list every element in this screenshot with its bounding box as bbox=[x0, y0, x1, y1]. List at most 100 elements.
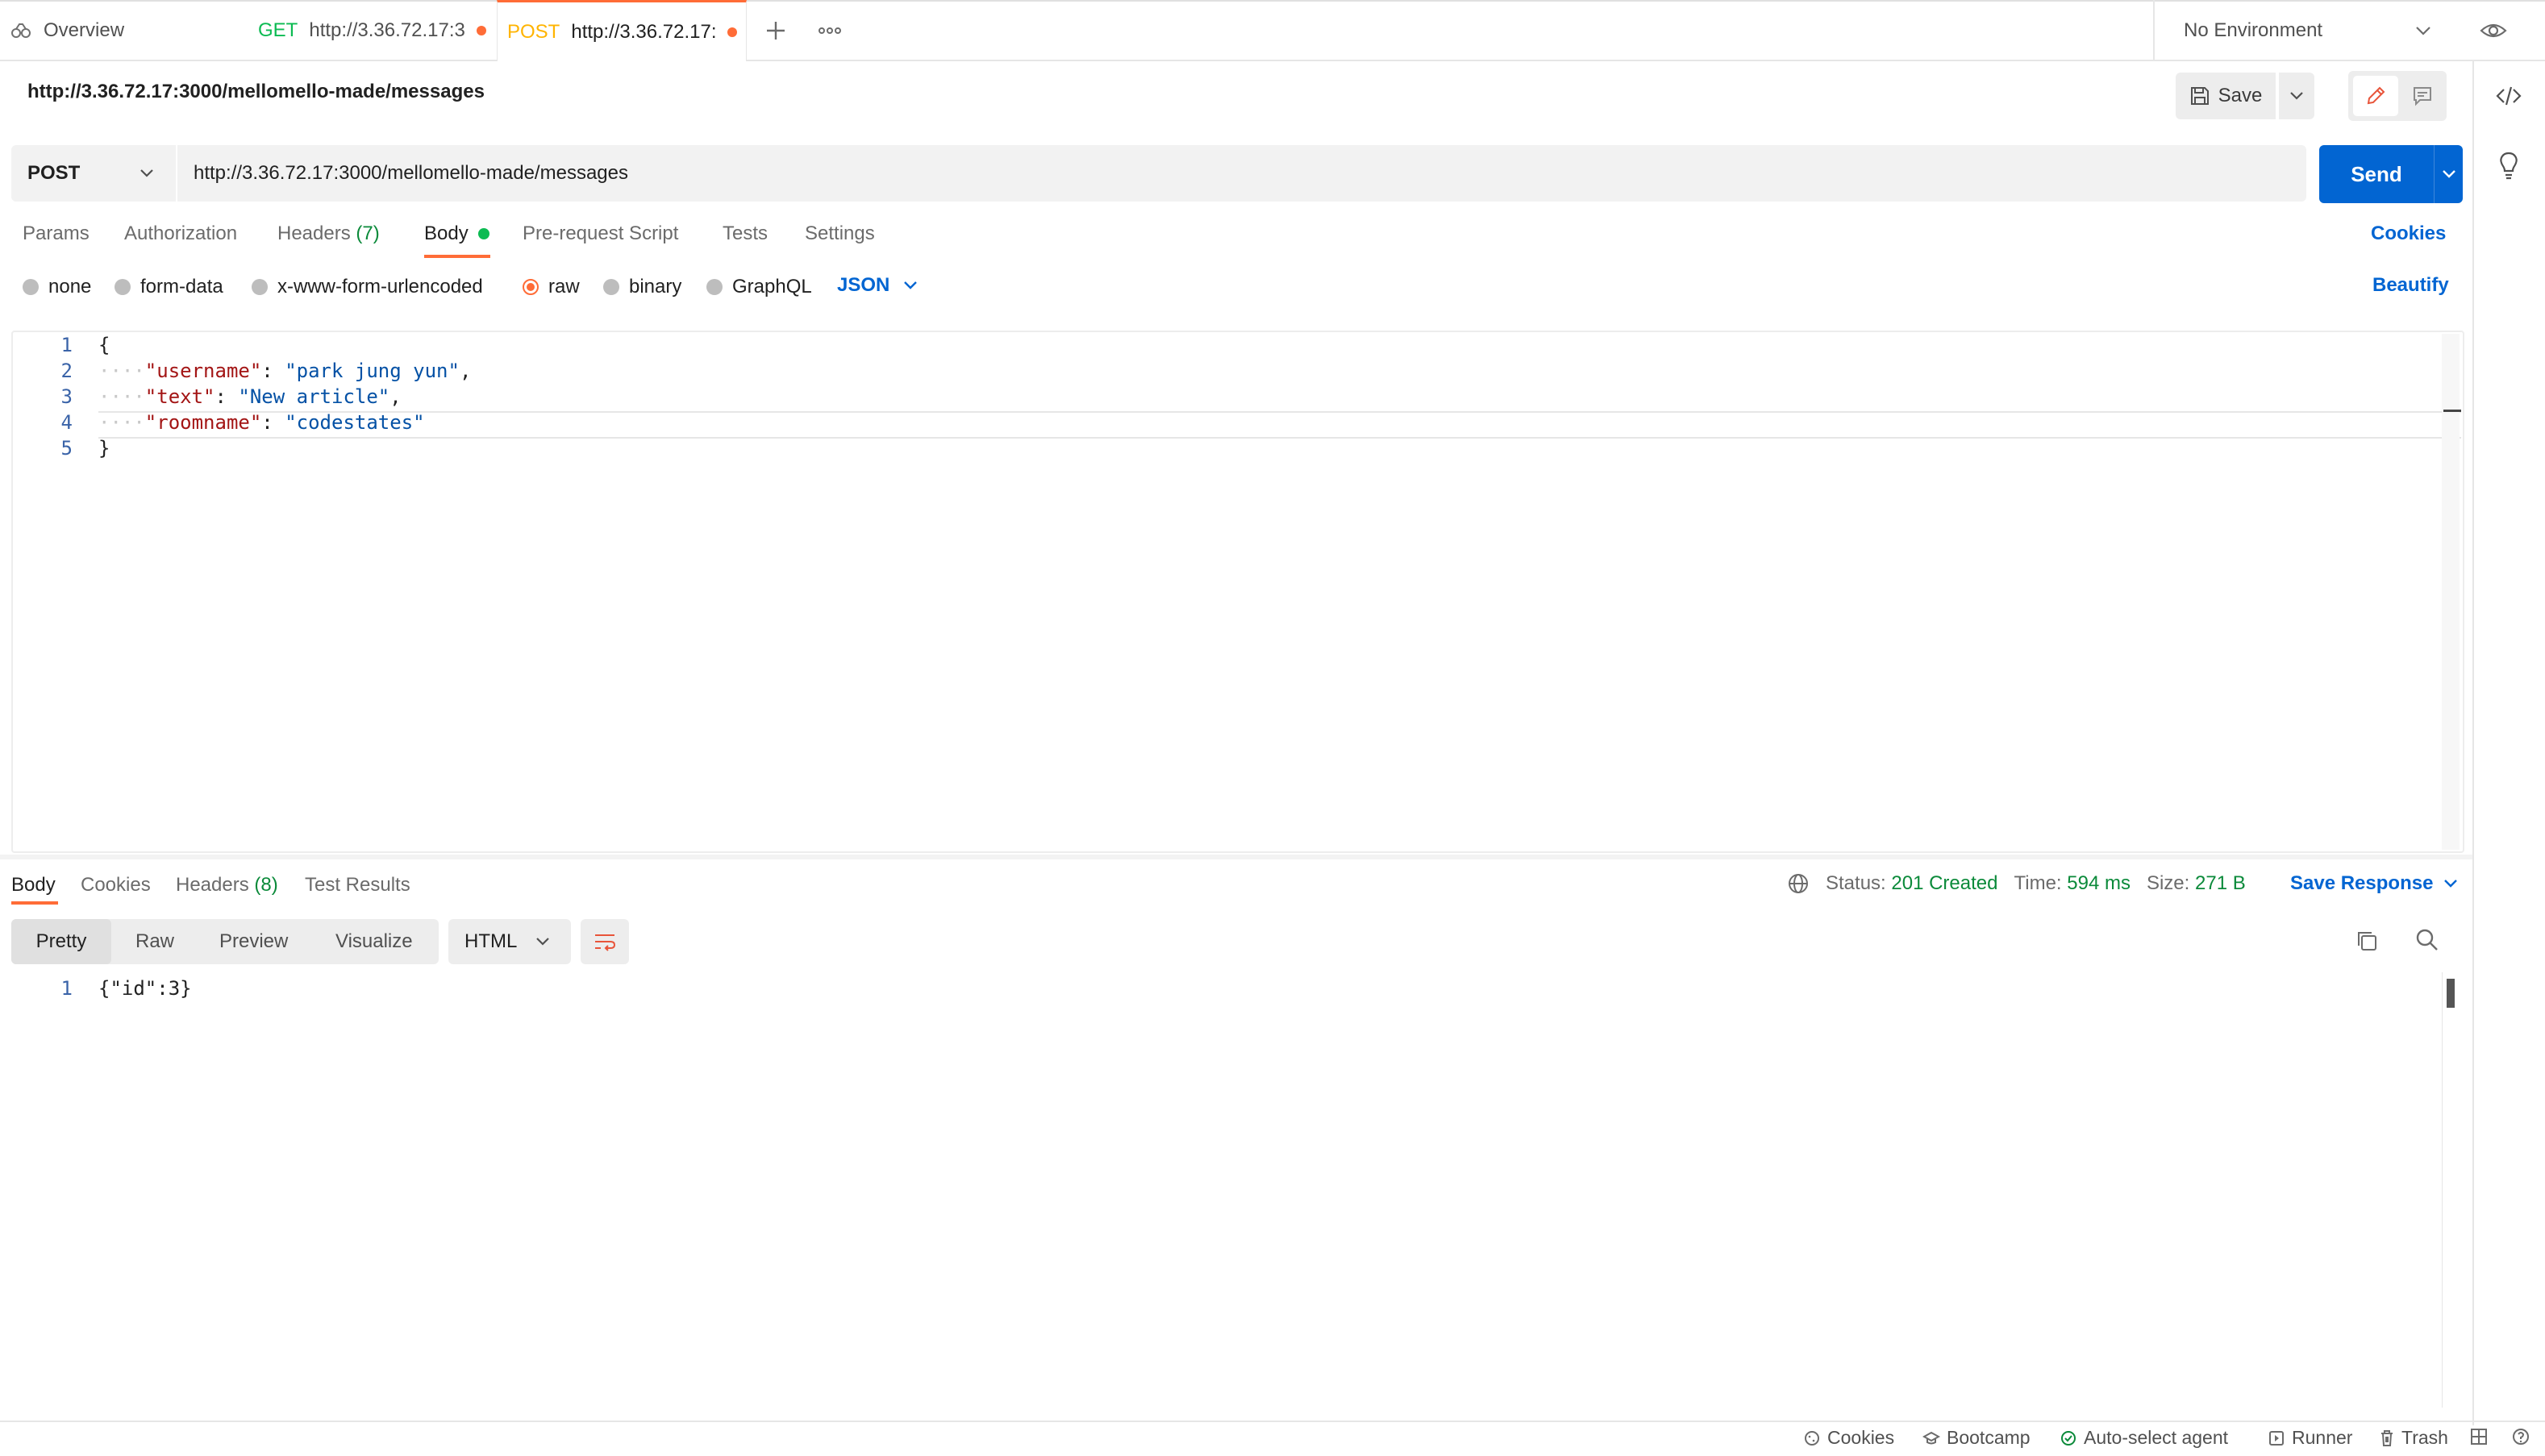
time-value: 594 ms bbox=[2067, 872, 2131, 894]
comma: , bbox=[389, 385, 402, 408]
radio-raw[interactable]: raw bbox=[523, 276, 580, 298]
size[interactable]: Size: 271 B bbox=[2147, 872, 2246, 895]
code-line: ····"roomname": "codestates" bbox=[98, 411, 425, 434]
view-visualize[interactable]: Visualize bbox=[335, 930, 413, 953]
new-tab-button[interactable] bbox=[763, 18, 789, 44]
active-tab-underline bbox=[424, 255, 490, 258]
context-info-button[interactable] bbox=[2495, 150, 2522, 181]
statusbar-agent[interactable]: Auto-select agent bbox=[2060, 1427, 2228, 1449]
tab-overview[interactable]: Overview bbox=[0, 0, 242, 61]
response-tab-test-results[interactable]: Test Results bbox=[305, 874, 410, 896]
code-line: { bbox=[98, 334, 110, 356]
radio-urlencoded[interactable]: x-www-form-urlencoded bbox=[252, 276, 483, 298]
beautify-link[interactable]: Beautify bbox=[2372, 274, 2449, 297]
response-meta: Status: 201 Created Time: 594 ms Size: 2… bbox=[1787, 872, 2246, 895]
tab-prerequest-script[interactable]: Pre-request Script bbox=[523, 223, 678, 245]
json-key: "roomname" bbox=[144, 411, 262, 434]
radio-circle-selected bbox=[523, 279, 539, 295]
save-options-button[interactable] bbox=[2279, 73, 2314, 119]
request-title[interactable]: http://3.36.72.17:3000/mellomello-made/m… bbox=[27, 81, 485, 103]
help-button[interactable] bbox=[2511, 1427, 2530, 1446]
method-select[interactable]: POST bbox=[11, 145, 177, 202]
statusbar-cookies[interactable]: Cookies bbox=[1803, 1427, 1894, 1449]
pencil-icon bbox=[2367, 86, 2385, 105]
response-headers-count: (8) bbox=[254, 874, 278, 896]
response-tab-body[interactable]: Body bbox=[11, 874, 56, 896]
environment-label: No Environment bbox=[2184, 19, 2323, 41]
code-line: } bbox=[98, 437, 110, 460]
tab-tests[interactable]: Tests bbox=[723, 223, 768, 245]
tab-get-request[interactable]: GET http://3.36.72.17:3 bbox=[248, 0, 495, 61]
pane-resize-handle[interactable] bbox=[0, 855, 2472, 859]
tab-body-label: Body bbox=[424, 223, 469, 244]
check-circle-icon bbox=[2061, 1430, 2076, 1446]
radio-form-data[interactable]: form-data bbox=[115, 276, 223, 298]
tab-params[interactable]: Params bbox=[23, 223, 90, 245]
radio-circle bbox=[706, 279, 723, 295]
colon: : bbox=[215, 385, 239, 408]
line-number: 2 bbox=[60, 360, 73, 382]
send-options-button[interactable] bbox=[2434, 145, 2463, 203]
radio-label: x-www-form-urlencoded bbox=[277, 276, 483, 297]
edit-mode-button[interactable] bbox=[2353, 76, 2398, 116]
line-number: 5 bbox=[60, 437, 73, 460]
tab-settings[interactable]: Settings bbox=[805, 223, 875, 245]
radio-circle bbox=[603, 279, 619, 295]
view-pretty[interactable]: Pretty bbox=[11, 919, 111, 964]
save-response-button[interactable]: Save Response bbox=[2290, 872, 2459, 895]
tab-body[interactable]: Body bbox=[424, 223, 489, 245]
status-value: 201 Created bbox=[1891, 872, 1998, 894]
tab-overview-label: Overview bbox=[44, 19, 125, 41]
environment-select[interactable]: No Environment bbox=[2153, 0, 2451, 61]
radio-none[interactable]: none bbox=[23, 276, 91, 298]
save-icon bbox=[2190, 87, 2209, 105]
save-button[interactable]: Save bbox=[2176, 73, 2276, 119]
response-line-number: 1 bbox=[60, 977, 73, 1000]
json-key: "username" bbox=[144, 360, 262, 382]
cookie-icon bbox=[1805, 1430, 1819, 1446]
status[interactable]: Status: 201 Created bbox=[1826, 872, 1997, 895]
line-number: 3 bbox=[60, 385, 73, 408]
eye-icon bbox=[2480, 23, 2507, 38]
brace: { bbox=[98, 334, 110, 356]
request-body-editor[interactable] bbox=[11, 331, 2464, 853]
radio-binary[interactable]: binary bbox=[603, 276, 681, 298]
response-body-text: {"id":3} bbox=[98, 977, 192, 1000]
tab-headers-label: Headers bbox=[277, 223, 351, 244]
more-tabs-button[interactable] bbox=[818, 23, 842, 39]
tab-post-request[interactable]: POST http://3.36.72.17: bbox=[497, 0, 747, 61]
tab-headers[interactable]: Headers (7) bbox=[277, 223, 380, 245]
scrollbar-cursor-marker bbox=[2443, 410, 2461, 412]
code-snippet-button[interactable] bbox=[2495, 82, 2522, 110]
view-raw[interactable]: Raw bbox=[135, 930, 174, 953]
statusbar-runner[interactable]: Runner bbox=[2268, 1427, 2352, 1449]
layout-toggle-button[interactable] bbox=[2469, 1427, 2489, 1446]
radio-graphql[interactable]: GraphQL bbox=[706, 276, 812, 298]
statusbar-trash[interactable]: Trash bbox=[2379, 1427, 2448, 1449]
cookies-link[interactable]: Cookies bbox=[2371, 223, 2446, 245]
environment-quick-look-button[interactable] bbox=[2479, 16, 2508, 45]
view-preview[interactable]: Preview bbox=[219, 930, 288, 953]
chevron-down-icon bbox=[2444, 880, 2458, 888]
response-scrollbar[interactable] bbox=[2447, 979, 2455, 1008]
search-icon[interactable] bbox=[2414, 927, 2440, 953]
radio-circle bbox=[23, 279, 39, 295]
body-indicator-dot bbox=[477, 228, 489, 239]
response-tab-cookies[interactable]: Cookies bbox=[81, 874, 151, 896]
colon: : bbox=[261, 411, 285, 434]
unsaved-indicator bbox=[727, 27, 738, 37]
copy-icon[interactable] bbox=[2355, 929, 2379, 953]
chevron-down-icon bbox=[2414, 25, 2432, 36]
send-button[interactable]: Send bbox=[2319, 145, 2434, 203]
comments-mode-button[interactable] bbox=[2401, 76, 2443, 116]
language-select[interactable]: JSON bbox=[837, 274, 918, 297]
indent-marker: ···· bbox=[98, 411, 145, 434]
response-format-select[interactable]: HTML bbox=[448, 919, 571, 964]
globe-icon[interactable] bbox=[1787, 872, 1810, 895]
url-input[interactable]: http://3.36.72.17:3000/mellomello-made/m… bbox=[194, 145, 628, 202]
tab-authorization[interactable]: Authorization bbox=[124, 223, 237, 245]
wrap-lines-button[interactable] bbox=[581, 919, 629, 964]
statusbar-bootcamp[interactable]: Bootcamp bbox=[1922, 1427, 2031, 1449]
response-tab-headers[interactable]: Headers (8) bbox=[176, 874, 278, 896]
time[interactable]: Time: 594 ms bbox=[2014, 872, 2130, 895]
